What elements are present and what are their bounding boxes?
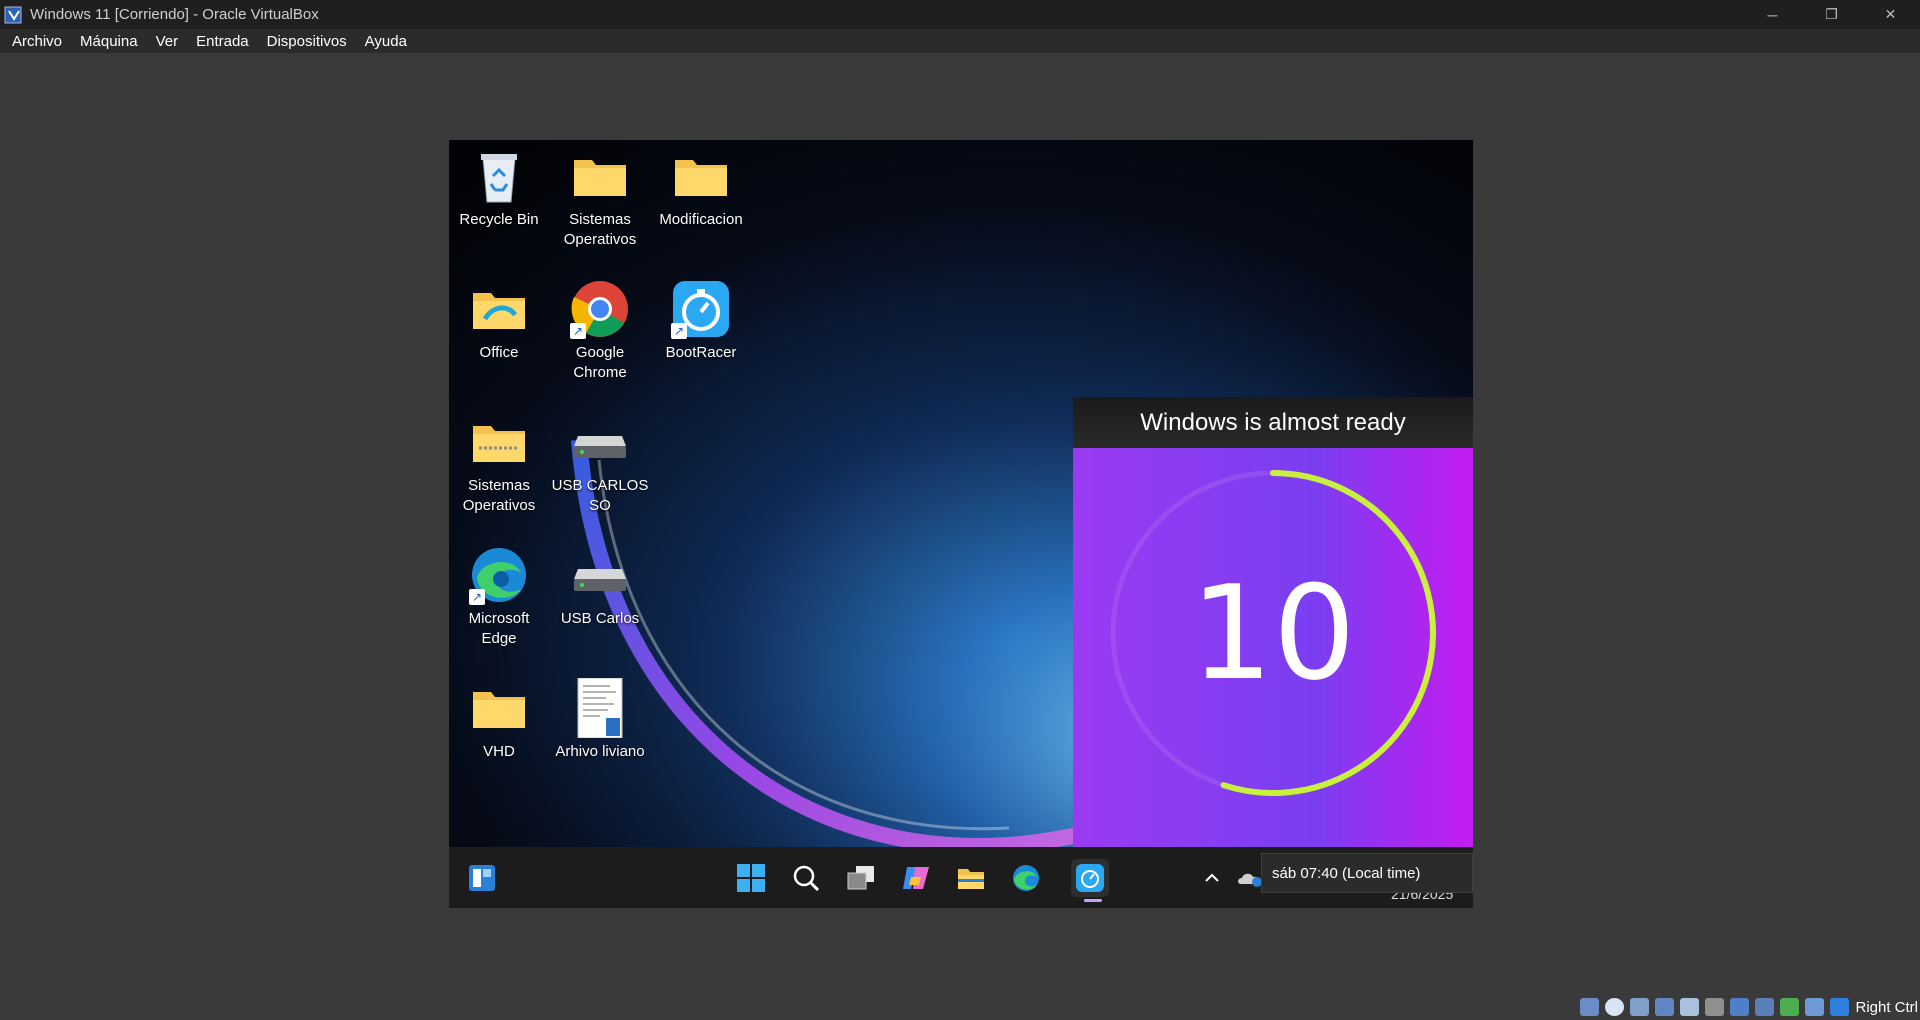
- display-icon[interactable]: [1730, 998, 1750, 1016]
- chrome-icon: ↗: [570, 279, 630, 339]
- shared-folders-icon[interactable]: [1705, 998, 1725, 1016]
- desktop-icon-label: Microsoft Edge: [468, 610, 530, 647]
- menu-maquina[interactable]: Máquina: [80, 33, 138, 50]
- active-indicator: [1084, 899, 1102, 902]
- document-icon: [570, 677, 630, 739]
- desktop-icon-label: Modificacion: [659, 211, 743, 228]
- search-icon[interactable]: [787, 859, 825, 897]
- desktop-icon-google-chrome[interactable]: ↗ Google Chrome: [550, 279, 650, 383]
- desktop-icon-label: BootRacer: [665, 344, 737, 361]
- chevron-up-icon[interactable]: [1193, 859, 1231, 897]
- desktop-icon-recycle-bin[interactable]: Recycle Bin: [449, 146, 549, 230]
- usb-icon[interactable]: [1680, 998, 1700, 1016]
- task-view-icon[interactable]: [842, 859, 880, 897]
- desktop-icon-office[interactable]: Office: [449, 279, 549, 363]
- optical-drive-icon[interactable]: [1605, 998, 1625, 1016]
- copilot-icon[interactable]: [897, 859, 935, 897]
- desktop-icon-bootracer[interactable]: ↗ BootRacer: [651, 279, 751, 363]
- edge-icon[interactable]: [1007, 859, 1045, 897]
- file-explorer-icon[interactable]: [952, 859, 990, 897]
- bootracer-countdown: 10: [1190, 557, 1356, 709]
- audio-icon[interactable]: [1630, 998, 1650, 1016]
- menu-ver[interactable]: Ver: [156, 33, 179, 50]
- menu-entrada[interactable]: Entrada: [196, 33, 249, 50]
- desktop-icon-arhivo-liviano[interactable]: Arhivo liviano: [550, 677, 650, 762]
- desktop-icon-sistemas-operativos[interactable]: Sistemas Operativos: [550, 146, 650, 250]
- shortcut-arrow-icon: ↗: [671, 323, 687, 339]
- desktop-icon-label: Google Chrome: [573, 344, 627, 381]
- keyboard-capture-icon[interactable]: [1830, 998, 1850, 1016]
- widgets-icon[interactable]: [463, 859, 501, 897]
- cpu-icon[interactable]: [1780, 998, 1800, 1016]
- start-icon[interactable]: [732, 859, 770, 897]
- desktop-icon-label: Sistemas Operativos: [563, 211, 637, 248]
- desktop-icon-vhd[interactable]: VHD: [449, 678, 549, 762]
- zip-folder-icon: [469, 412, 529, 472]
- recycle-bin-icon: [469, 146, 529, 206]
- virtualbox-icon: [4, 5, 24, 25]
- recording-icon[interactable]: [1755, 998, 1775, 1016]
- desktop-icon-usb-carlos-so[interactable]: USB CARLOS SO: [550, 412, 650, 516]
- drive-icon: [570, 545, 630, 605]
- bootracer-icon[interactable]: [1071, 859, 1109, 902]
- restore-button[interactable]: ❐: [1802, 0, 1861, 29]
- folder-icon: [469, 279, 529, 339]
- bootracer-body: 10: [1073, 448, 1473, 859]
- bootracer-icon: ↗: [671, 279, 731, 339]
- edge-icon: ↗: [469, 545, 529, 605]
- hard-disk-icon[interactable]: [1580, 998, 1600, 1016]
- desktop-icon-label: Sistemas Operativos: [462, 477, 536, 514]
- desktop-icon-label: USB CARLOS SO: [551, 477, 649, 514]
- folder-icon: [469, 678, 529, 738]
- bootracer-panel: Windows is almost ready 10: [1073, 397, 1473, 859]
- drive-icon: [570, 412, 630, 472]
- desktop-icon-label: Office: [479, 344, 519, 361]
- desktop-icon-label: Recycle Bin: [459, 211, 539, 228]
- folder-icon: [570, 146, 630, 206]
- mouse-integration-icon[interactable]: [1805, 998, 1825, 1016]
- close-button[interactable]: ✕: [1861, 0, 1920, 29]
- desktop-icon-label: Arhivo liviano: [555, 743, 645, 760]
- bootracer-header: Windows is almost ready: [1073, 397, 1473, 448]
- desktop-icon-label: USB Carlos: [560, 610, 640, 627]
- shortcut-arrow-icon: ↗: [570, 323, 586, 339]
- menu-bar: Archivo Máquina Ver Entrada Dispositivos…: [0, 29, 1920, 53]
- vm-status-bar: Right Ctrl: [1580, 994, 1920, 1020]
- menu-archivo[interactable]: Archivo: [12, 33, 62, 50]
- shortcut-arrow-icon: ↗: [469, 589, 485, 605]
- desktop-icon-label: VHD: [483, 743, 515, 760]
- vm-screen[interactable]: Recycle Bin Sistemas Operativos Modifica…: [449, 140, 1473, 908]
- desktop-icon-usb-carlos[interactable]: USB Carlos: [550, 545, 650, 629]
- clock-tooltip: sáb 07:40 (Local time): [1261, 853, 1473, 893]
- minimize-button[interactable]: ─: [1743, 0, 1802, 29]
- menu-ayuda[interactable]: Ayuda: [365, 33, 407, 50]
- desktop-icon-microsoft-edge[interactable]: ↗ Microsoft Edge: [449, 545, 549, 649]
- window-title: Windows 11 [Corriendo] - Oracle VirtualB…: [30, 6, 319, 23]
- network-icon[interactable]: [1655, 998, 1675, 1016]
- folder-icon: [671, 146, 731, 206]
- window-titlebar[interactable]: Windows 11 [Corriendo] - Oracle VirtualB…: [0, 0, 1920, 29]
- desktop-icon-sistemas-operativos-zip[interactable]: Sistemas Operativos: [449, 412, 549, 516]
- menu-dispositivos[interactable]: Dispositivos: [267, 33, 347, 50]
- desktop-icon-modificacion[interactable]: Modificacion: [651, 146, 751, 230]
- host-key-label: Right Ctrl: [1855, 998, 1918, 1016]
